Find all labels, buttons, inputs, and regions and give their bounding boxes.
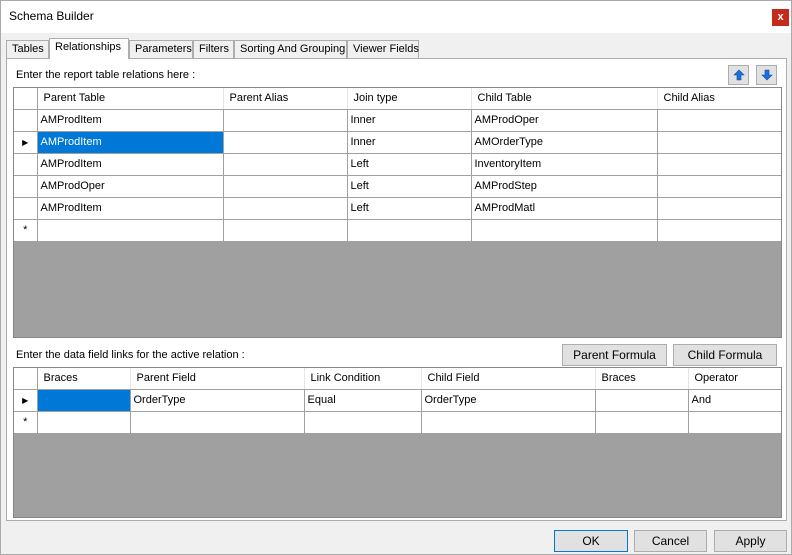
schema-builder-window: Schema Builder x Tables Relationships Pa… <box>0 0 792 555</box>
cell-parent-table[interactable]: AMProdItem <box>37 131 224 154</box>
column-header-braces-close[interactable]: Braces <box>595 368 689 390</box>
table-row-selected[interactable]: ▶ AMProdItem Inner AMOrderType <box>14 131 781 154</box>
relations-prompt: Enter the report table relations here : <box>16 69 196 81</box>
new-row[interactable]: * <box>14 219 781 242</box>
ok-button[interactable]: OK <box>554 530 628 552</box>
cell-join-type[interactable]: Inner <box>347 109 472 132</box>
table-row[interactable]: AMProdItem Left InventoryItem <box>14 153 781 176</box>
cell-braces-close[interactable] <box>595 411 689 434</box>
title-bar: Schema Builder x <box>1 1 791 33</box>
cell-parent-table[interactable]: AMProdItem <box>37 197 224 220</box>
tab-tables[interactable]: Tables <box>6 40 49 58</box>
links-header-row: Braces Parent Field Link Condition Child… <box>14 368 781 390</box>
cell-parent-alias[interactable] <box>223 153 348 176</box>
column-header-braces-open[interactable]: Braces <box>37 368 131 390</box>
cell-child-table[interactable]: AMProdOper <box>471 109 658 132</box>
column-header-operator[interactable]: Operator <box>688 368 781 390</box>
links-grid: Braces Parent Field Link Condition Child… <box>13 367 782 518</box>
current-row-marker-icon[interactable]: ▶ <box>14 131 38 154</box>
cell-child-alias[interactable] <box>657 197 781 220</box>
cell-join-type[interactable]: Inner <box>347 131 472 154</box>
tab-strip: Tables Relationships Parameters Filters … <box>6 38 786 59</box>
new-row[interactable]: * <box>14 411 781 434</box>
cell-child-alias[interactable] <box>657 175 781 198</box>
cell-braces-open[interactable] <box>37 389 131 412</box>
column-header-link-condition[interactable]: Link Condition <box>304 368 422 390</box>
table-row[interactable]: AMProdItem Left AMProdMatl <box>14 197 781 220</box>
cell-child-table[interactable] <box>471 219 658 242</box>
cell-operator[interactable]: And <box>688 389 781 412</box>
tab-viewer-fields[interactable]: Viewer Fields <box>347 40 419 58</box>
cell-child-table[interactable]: AMOrderType <box>471 131 658 154</box>
move-down-button[interactable] <box>756 65 777 85</box>
tab-parameters[interactable]: Parameters <box>129 40 193 58</box>
cell-parent-table[interactable]: AMProdItem <box>37 109 224 132</box>
cell-child-table[interactable]: InventoryItem <box>471 153 658 176</box>
tab-relationships[interactable]: Relationships <box>49 38 129 59</box>
column-header-child-table[interactable]: Child Table <box>471 88 658 110</box>
new-row-marker-icon[interactable]: * <box>14 219 38 242</box>
cell-operator[interactable] <box>688 411 781 434</box>
cell-join-type[interactable] <box>347 219 472 242</box>
cell-child-alias[interactable] <box>657 219 781 242</box>
tab-filters[interactable]: Filters <box>193 40 234 58</box>
cell-parent-field[interactable] <box>130 411 305 434</box>
new-row-marker-icon[interactable]: * <box>14 411 38 434</box>
links-prompt: Enter the data field links for the activ… <box>16 349 245 361</box>
column-header-child-alias[interactable]: Child Alias <box>657 88 781 110</box>
row-header[interactable] <box>14 153 38 176</box>
cancel-button[interactable]: Cancel <box>634 530 707 552</box>
cell-parent-table[interactable] <box>37 219 224 242</box>
cell-parent-alias[interactable] <box>223 175 348 198</box>
cell-parent-alias[interactable] <box>223 131 348 154</box>
row-header-corner <box>14 368 38 390</box>
row-header[interactable] <box>14 109 38 132</box>
cell-link-condition[interactable]: Equal <box>304 389 422 412</box>
table-row[interactable]: AMProdOper Left AMProdStep <box>14 175 781 198</box>
row-header[interactable] <box>14 197 38 220</box>
cell-child-alias[interactable] <box>657 109 781 132</box>
cell-parent-table[interactable]: AMProdItem <box>37 153 224 176</box>
apply-button[interactable]: Apply <box>714 530 787 552</box>
cell-child-table[interactable]: AMProdStep <box>471 175 658 198</box>
cell-parent-alias[interactable] <box>223 197 348 220</box>
cell-parent-alias[interactable] <box>223 219 348 242</box>
relationships-panel: Enter the report table relations here : … <box>6 58 787 521</box>
cell-braces-close[interactable] <box>595 389 689 412</box>
cell-child-alias[interactable] <box>657 153 781 176</box>
cell-braces-open[interactable] <box>37 411 131 434</box>
column-header-parent-alias[interactable]: Parent Alias <box>223 88 348 110</box>
table-row-selected[interactable]: ▶ OrderType Equal OrderType And <box>14 389 781 412</box>
column-header-join-type[interactable]: Join type <box>347 88 472 110</box>
current-row-marker-icon[interactable]: ▶ <box>14 389 38 412</box>
table-row[interactable]: AMProdItem Inner AMProdOper <box>14 109 781 132</box>
column-header-parent-table[interactable]: Parent Table <box>37 88 224 110</box>
column-header-child-field[interactable]: Child Field <box>421 368 596 390</box>
relations-grid: Parent Table Parent Alias Join type Chil… <box>13 87 782 338</box>
row-header[interactable] <box>14 175 38 198</box>
tab-sorting-and-grouping[interactable]: Sorting And Grouping <box>234 40 347 58</box>
close-button[interactable]: x <box>772 9 789 26</box>
cell-join-type[interactable]: Left <box>347 197 472 220</box>
window-title: Schema Builder <box>9 9 94 23</box>
cell-child-alias[interactable] <box>657 131 781 154</box>
cell-parent-alias[interactable] <box>223 109 348 132</box>
cell-join-type[interactable]: Left <box>347 175 472 198</box>
child-formula-button[interactable]: Child Formula <box>673 344 777 366</box>
arrow-up-icon <box>733 69 745 81</box>
cell-link-condition[interactable] <box>304 411 422 434</box>
column-header-parent-field[interactable]: Parent Field <box>130 368 305 390</box>
cell-child-table[interactable]: AMProdMatl <box>471 197 658 220</box>
cell-parent-table[interactable]: AMProdOper <box>37 175 224 198</box>
cell-child-field[interactable] <box>421 411 596 434</box>
cell-child-field[interactable]: OrderType <box>421 389 596 412</box>
move-up-button[interactable] <box>728 65 749 85</box>
cell-join-type[interactable]: Left <box>347 153 472 176</box>
relations-header-row: Parent Table Parent Alias Join type Chil… <box>14 88 781 110</box>
row-header-corner <box>14 88 38 110</box>
parent-formula-button[interactable]: Parent Formula <box>562 344 667 366</box>
cell-parent-field[interactable]: OrderType <box>130 389 305 412</box>
arrow-down-icon <box>761 69 773 81</box>
